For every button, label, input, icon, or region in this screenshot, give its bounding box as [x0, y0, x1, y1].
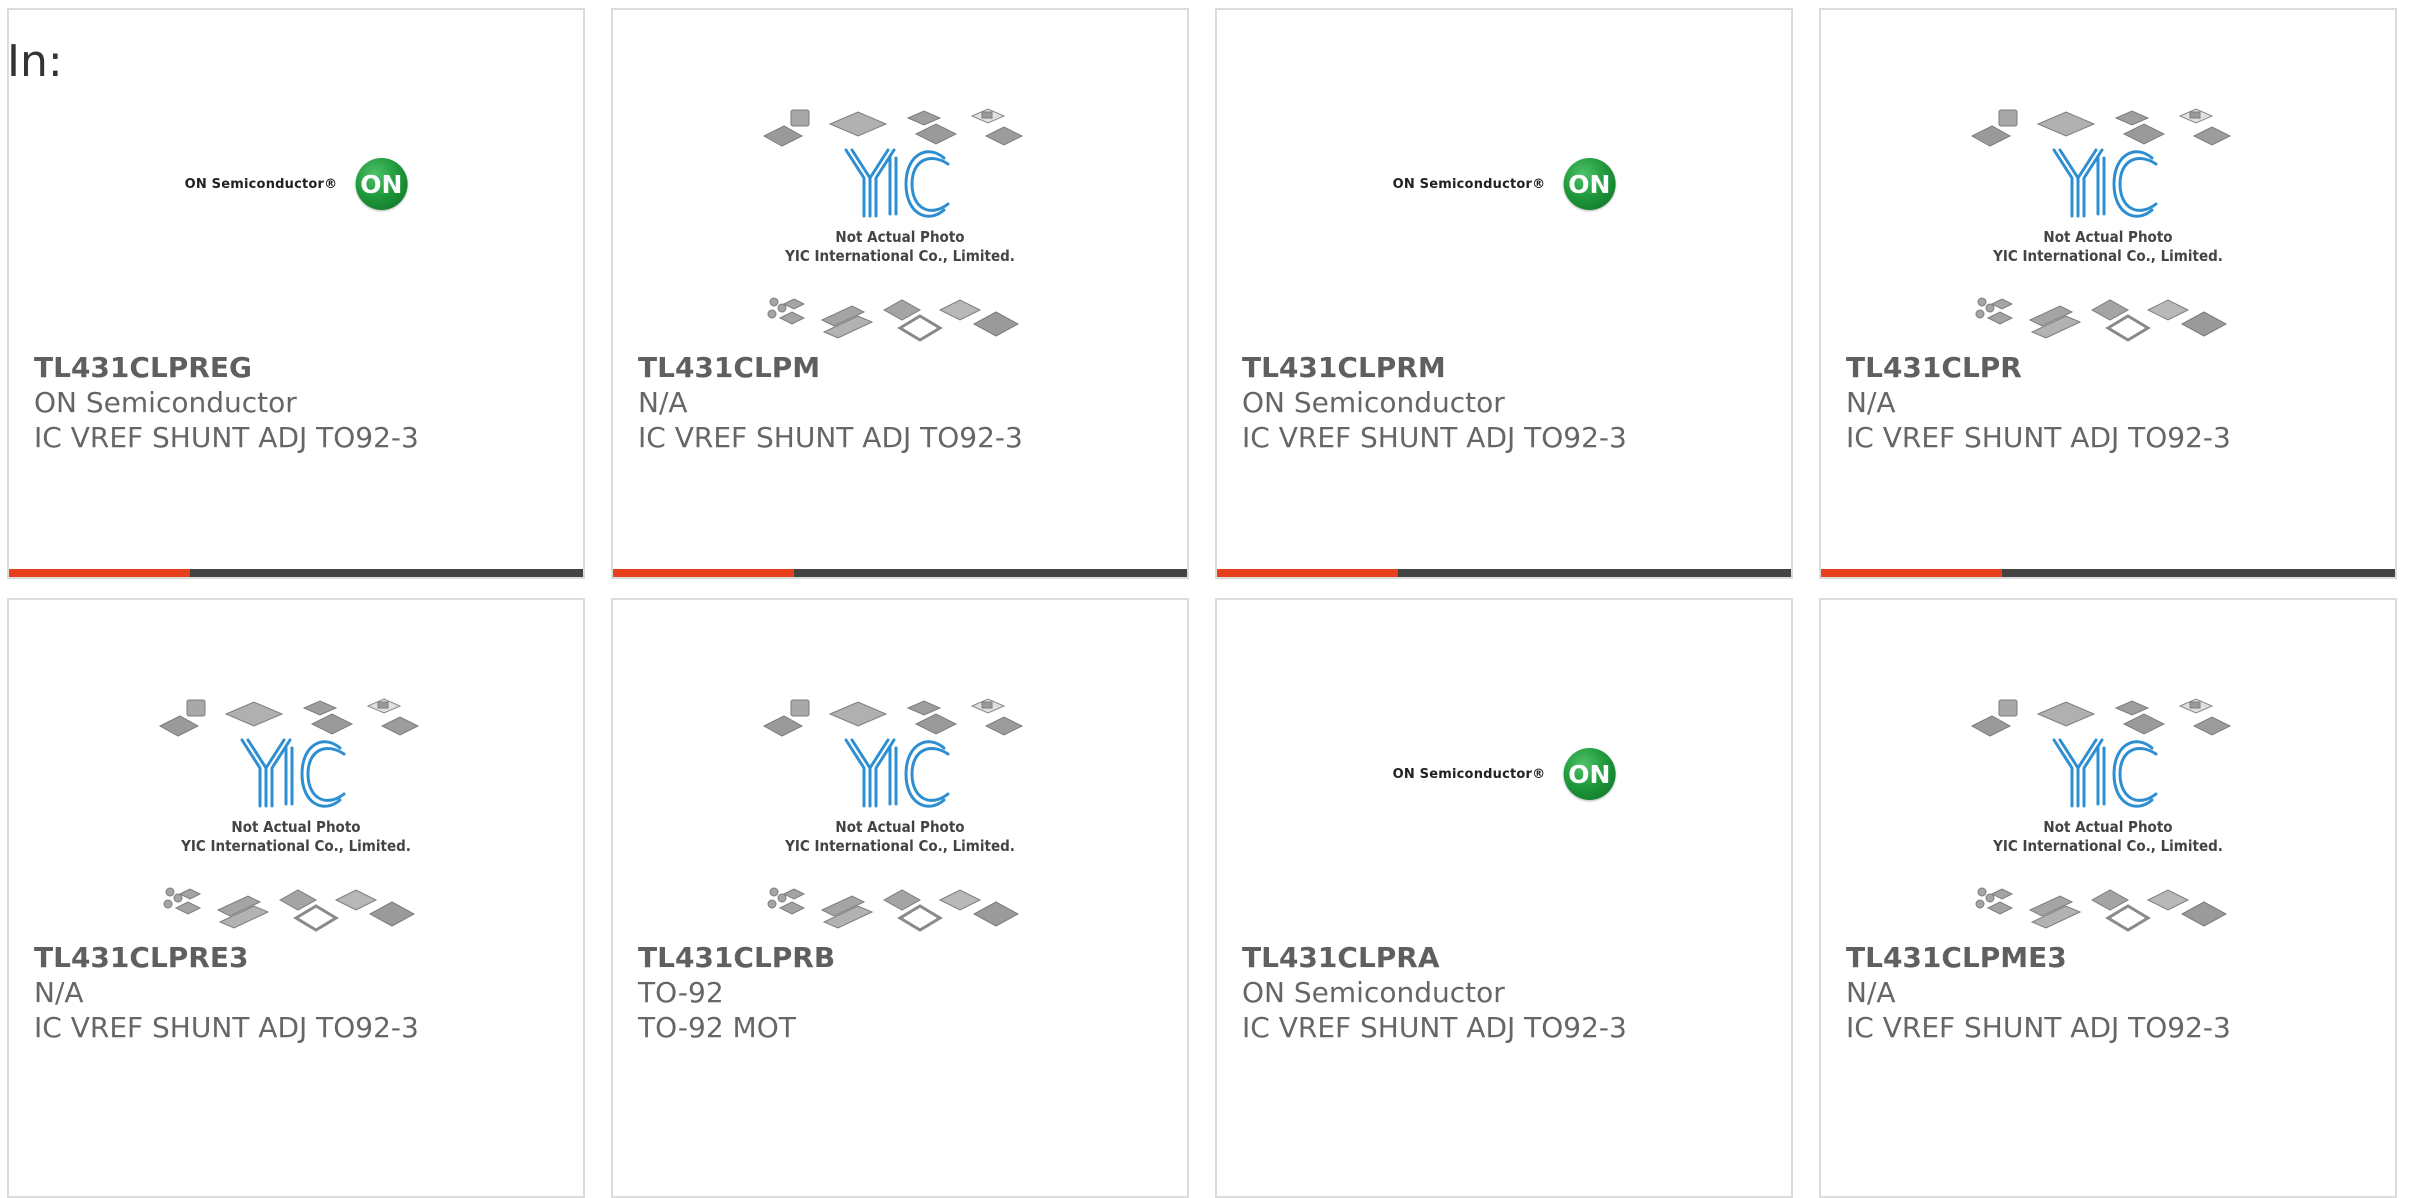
description: IC VREF SHUNT ADJ TO92-3: [1242, 421, 1627, 454]
description: IC VREF SHUNT ADJ TO92-3: [1846, 1011, 2231, 1044]
card-bottom-bar-accent: [1217, 569, 1399, 577]
placeholder-caption-line1: Not Actual Photo: [835, 818, 965, 836]
manufacturer: N/A: [638, 386, 688, 419]
yic-placeholder-image: Not Actual Photo YIC International Co., …: [156, 696, 436, 936]
chip-packages-icon: [1970, 108, 2232, 342]
product-image[interactable]: Not Actual Photo YIC International Co., …: [9, 600, 583, 955]
description: IC VREF SHUNT ADJ TO92-3: [34, 421, 419, 454]
product-image[interactable]: Not Actual Photo YIC International Co., …: [613, 10, 1187, 365]
placeholder-caption-line1: Not Actual Photo: [2043, 818, 2173, 836]
chip-packages-icon: [1970, 698, 2232, 932]
yic-placeholder-image: Not Actual Photo YIC International Co., …: [760, 696, 1040, 936]
on-logo-badge: ON: [1563, 158, 1616, 210]
product-card[interactable]: Not Actual Photo YIC International Co., …: [1819, 598, 2397, 1198]
on-semiconductor-logo: ON Semiconductor® ON: [1393, 158, 1616, 210]
card-bottom-bar-accent: [1821, 569, 2003, 577]
on-logo-badge: ON: [1563, 748, 1616, 800]
part-number[interactable]: TL431CLPM: [638, 350, 1177, 385]
manufacturer: ON Semiconductor: [1242, 386, 1505, 419]
product-grid: ON Semiconductor® ON TL431CLPREG ON Semi…: [0, 0, 2410, 1198]
placeholder-caption-line2: YIC International Co., Limited.: [181, 837, 411, 855]
placeholder-caption-line1: Not Actual Photo: [835, 228, 965, 246]
description: IC VREF SHUNT ADJ TO92-3: [1242, 1011, 1627, 1044]
part-number[interactable]: TL431CLPREG: [34, 350, 573, 385]
on-logo-badge: ON: [355, 158, 408, 210]
product-card[interactable]: Not Actual Photo YIC International Co., …: [611, 8, 1189, 579]
on-logo-text: ON Semiconductor®: [1392, 766, 1546, 782]
on-semiconductor-logo: ON Semiconductor® ON: [1393, 748, 1616, 800]
product-card[interactable]: Not Actual Photo YIC International Co., …: [611, 598, 1189, 1198]
card-bottom-bar-accent: [613, 569, 795, 577]
placeholder-caption-line2: YIC International Co., Limited.: [1993, 247, 2223, 265]
part-number[interactable]: TL431CLPRM: [1242, 350, 1781, 385]
placeholder-caption-line1: Not Actual Photo: [2043, 228, 2173, 246]
chip-packages-icon: [762, 108, 1024, 342]
part-number[interactable]: TL431CLPRB: [638, 940, 1177, 975]
description: IC VREF SHUNT ADJ TO92-3: [34, 1011, 419, 1044]
placeholder-caption-line2: YIC International Co., Limited.: [785, 247, 1015, 265]
manufacturer: ON Semiconductor: [1242, 976, 1505, 1009]
placeholder-caption-line2: YIC International Co., Limited.: [785, 837, 1015, 855]
part-number[interactable]: TL431CLPRA: [1242, 940, 1781, 975]
manufacturer: TO-92: [638, 976, 724, 1009]
description: IC VREF SHUNT ADJ TO92-3: [638, 421, 1023, 454]
on-logo-text: ON Semiconductor®: [184, 176, 338, 192]
description: TO-92 MOT: [638, 1011, 796, 1044]
card-bottom-bar: [1217, 569, 1791, 577]
product-image[interactable]: Not Actual Photo YIC International Co., …: [613, 600, 1187, 955]
product-image[interactable]: ON Semiconductor® ON: [1217, 600, 1791, 955]
placeholder-caption-line1: Not Actual Photo: [231, 818, 361, 836]
search-prefix-label: In:: [7, 36, 63, 87]
product-card[interactable]: ON Semiconductor® ON TL431CLPRA ON Semic…: [1215, 598, 1793, 1198]
part-number[interactable]: TL431CLPME3: [1846, 940, 2385, 975]
part-number[interactable]: TL431CLPR: [1846, 350, 2385, 385]
on-logo-text: ON Semiconductor®: [1392, 176, 1546, 192]
product-image[interactable]: Not Actual Photo YIC International Co., …: [1821, 10, 2395, 365]
product-card[interactable]: ON Semiconductor® ON TL431CLPREG ON Semi…: [7, 8, 585, 579]
part-number[interactable]: TL431CLPRE3: [34, 940, 573, 975]
yic-placeholder-image: Not Actual Photo YIC International Co., …: [760, 106, 1040, 346]
manufacturer: N/A: [34, 976, 84, 1009]
card-bottom-bar: [1821, 569, 2395, 577]
manufacturer: N/A: [1846, 976, 1896, 1009]
card-bottom-bar: [613, 569, 1187, 577]
product-image[interactable]: ON Semiconductor® ON: [9, 10, 583, 365]
product-image[interactable]: ON Semiconductor® ON: [1217, 10, 1791, 365]
manufacturer: N/A: [1846, 386, 1896, 419]
placeholder-caption-line2: YIC International Co., Limited.: [1993, 837, 2223, 855]
chip-packages-icon: [158, 698, 420, 932]
yic-placeholder-image: Not Actual Photo YIC International Co., …: [1968, 696, 2248, 936]
product-card[interactable]: Not Actual Photo YIC International Co., …: [1819, 8, 2397, 579]
product-card[interactable]: Not Actual Photo YIC International Co., …: [7, 598, 585, 1198]
card-bottom-bar: [9, 569, 583, 577]
chip-packages-icon: [762, 698, 1024, 932]
product-image[interactable]: Not Actual Photo YIC International Co., …: [1821, 600, 2395, 955]
yic-placeholder-image: Not Actual Photo YIC International Co., …: [1968, 106, 2248, 346]
product-card[interactable]: ON Semiconductor® ON TL431CLPRM ON Semic…: [1215, 8, 1793, 579]
description: IC VREF SHUNT ADJ TO92-3: [1846, 421, 2231, 454]
on-semiconductor-logo: ON Semiconductor® ON: [185, 158, 408, 210]
card-bottom-bar-accent: [9, 569, 191, 577]
manufacturer: ON Semiconductor: [34, 386, 297, 419]
